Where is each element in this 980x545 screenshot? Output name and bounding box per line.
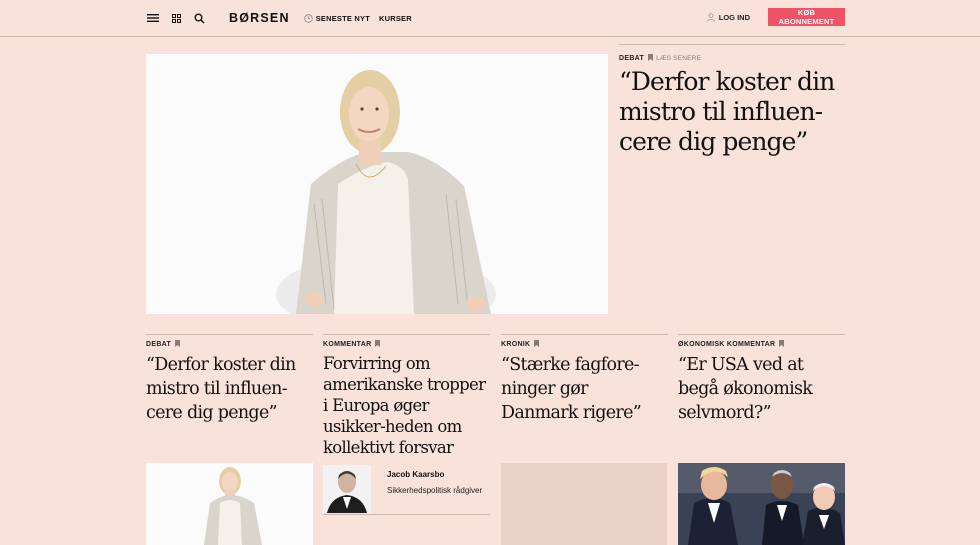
card-kicker-label: KRONIK	[501, 341, 531, 348]
nav-courses[interactable]: KURSER	[379, 14, 412, 23]
user-icon	[706, 12, 715, 22]
bookmark-icon[interactable]	[779, 340, 785, 349]
divider	[619, 44, 845, 45]
bookmark-icon[interactable]	[175, 340, 181, 349]
menu-icon[interactable]	[146, 11, 160, 25]
bookmark-icon[interactable]	[648, 54, 654, 63]
card-headline[interactable]: “Stærke fagfore-ninger gør Danmark riger…	[501, 353, 668, 425]
card-kicker: DEBAT	[146, 340, 313, 349]
article-card[interactable]: KRONIK “Stærke fagfore-ninger gør Danmar…	[501, 334, 668, 425]
hero-article[interactable]: DEBAT LÆS SENERE “Derfor koster din mist…	[619, 44, 845, 157]
bookmark-icon[interactable]	[534, 340, 540, 349]
article-card[interactable]: KOMMENTAR Forvirring om amerikanske trop…	[323, 334, 490, 458]
site-logo[interactable]: BØRSEN	[229, 11, 290, 25]
article-card[interactable]: DEBAT “Derfor koster din mistro til infl…	[146, 334, 313, 425]
article-thumbnail-placeholder[interactable]	[501, 463, 667, 545]
hero-kicker-label: DEBAT	[619, 55, 645, 62]
login-label: LOG IND	[718, 12, 750, 22]
bookmark-icon[interactable]	[375, 340, 381, 349]
subscribe-button[interactable]: KØB ABONNEMENT	[768, 8, 845, 26]
author-name[interactable]: Jacob Kaarsbo	[387, 470, 444, 479]
card-kicker: KRONIK	[501, 340, 668, 349]
divider	[323, 334, 490, 335]
divider	[678, 334, 845, 335]
hero-headline[interactable]: “Derfor koster din mistro til influen-ce…	[619, 67, 845, 157]
header-right: LOG IND KØB ABONNEMENT	[706, 8, 845, 26]
nav-latest-label: SENESTE NYT	[315, 13, 370, 23]
author-role: Sikkerhedspolitisk rådgiver	[387, 486, 483, 495]
article-thumbnail[interactable]	[678, 463, 845, 545]
read-later-label[interactable]: LÆS SENERE	[656, 55, 701, 62]
card-headline[interactable]: “Derfor koster din mistro til influen-ce…	[146, 353, 313, 425]
divider	[501, 334, 668, 335]
grid-icon[interactable]	[169, 11, 183, 25]
card-kicker-label: ØKONOMISK KOMMENTAR	[678, 341, 776, 348]
card-headline[interactable]: “Er USA ved at begå økonomisk selvmord?”	[678, 353, 845, 425]
search-icon[interactable]	[192, 11, 206, 25]
article-card[interactable]: ØKONOMISK KOMMENTAR “Er USA ved at begå …	[678, 334, 845, 425]
site-header: BØRSEN SENESTE NYT KURSER LOG IND KØB AB…	[0, 0, 980, 37]
author-byline[interactable]: Jacob Kaarsbo Sikkerhedspolitisk rådgive…	[323, 465, 490, 515]
card-kicker: ØKONOMISK KOMMENTAR	[678, 340, 845, 349]
card-kicker-label: KOMMENTAR	[323, 341, 372, 348]
divider	[146, 334, 313, 335]
card-kicker: KOMMENTAR	[323, 340, 490, 349]
hero-image[interactable]	[146, 54, 608, 314]
card-kicker-label: DEBAT	[146, 341, 172, 348]
author-photo	[323, 465, 371, 513]
article-thumbnail[interactable]	[146, 463, 313, 545]
header-left: BØRSEN SENESTE NYT KURSER	[146, 8, 421, 28]
login-link[interactable]: LOG IND	[706, 12, 750, 22]
nav-latest-news[interactable]: SENESTE NYT	[303, 13, 370, 23]
clock-icon	[303, 13, 313, 23]
hero-kicker: DEBAT LÆS SENERE	[619, 54, 845, 63]
card-headline[interactable]: Forvirring om amerikanske tropper i Euro…	[323, 353, 490, 458]
